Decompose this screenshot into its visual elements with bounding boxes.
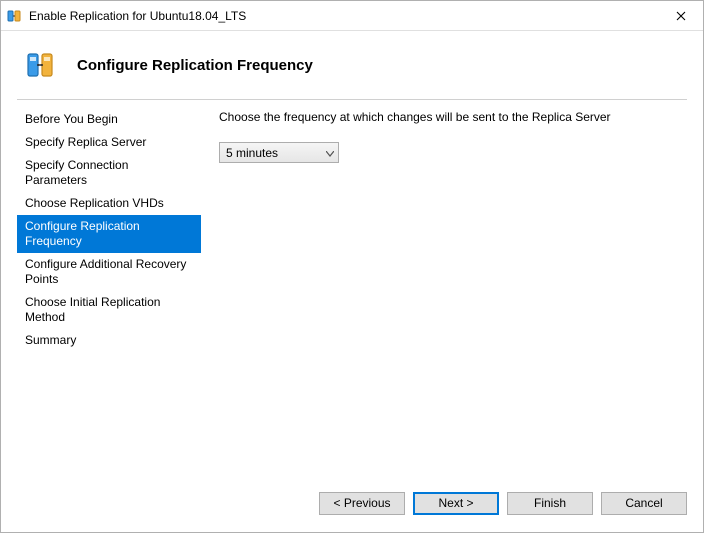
step-configure-additional-recovery-points[interactable]: Configure Additional Recovery Points (17, 253, 201, 291)
app-icon (7, 8, 23, 24)
wizard-header-icon (25, 49, 57, 81)
instruction-text: Choose the frequency at which changes wi… (219, 110, 683, 124)
finish-button[interactable]: Finish (507, 492, 593, 515)
next-button[interactable]: Next > (413, 492, 499, 515)
page-title: Configure Replication Frequency (77, 57, 313, 74)
step-configure-replication-frequency[interactable]: Configure Replication Frequency (17, 215, 201, 253)
frequency-dropdown[interactable]: 5 minutes (219, 142, 339, 163)
cancel-button[interactable]: Cancel (601, 492, 687, 515)
wizard-steps-sidebar: Before You Begin Specify Replica Server … (17, 99, 201, 484)
step-specify-connection-parameters[interactable]: Specify Connection Parameters (17, 154, 201, 192)
wizard-header: Configure Replication Frequency (1, 31, 703, 99)
titlebar: Enable Replication for Ubuntu18.04_LTS (1, 1, 703, 31)
wizard-body: Before You Begin Specify Replica Server … (1, 99, 703, 484)
previous-button[interactable]: < Previous (319, 492, 405, 515)
step-before-you-begin[interactable]: Before You Begin (17, 108, 201, 131)
step-choose-initial-replication-method[interactable]: Choose Initial Replication Method (17, 291, 201, 329)
step-choose-replication-vhds[interactable]: Choose Replication VHDs (17, 192, 201, 215)
window-title: Enable Replication for Ubuntu18.04_LTS (29, 9, 658, 23)
chevron-down-icon (326, 146, 334, 160)
close-icon (676, 11, 686, 21)
wizard-footer: < Previous Next > Finish Cancel (1, 484, 703, 532)
step-summary[interactable]: Summary (17, 329, 201, 352)
wizard-window: Enable Replication for Ubuntu18.04_LTS C… (0, 0, 704, 533)
wizard-content: Choose the frequency at which changes wi… (201, 99, 687, 484)
step-specify-replica-server[interactable]: Specify Replica Server (17, 131, 201, 154)
frequency-value: 5 minutes (226, 146, 278, 160)
close-button[interactable] (658, 1, 703, 30)
